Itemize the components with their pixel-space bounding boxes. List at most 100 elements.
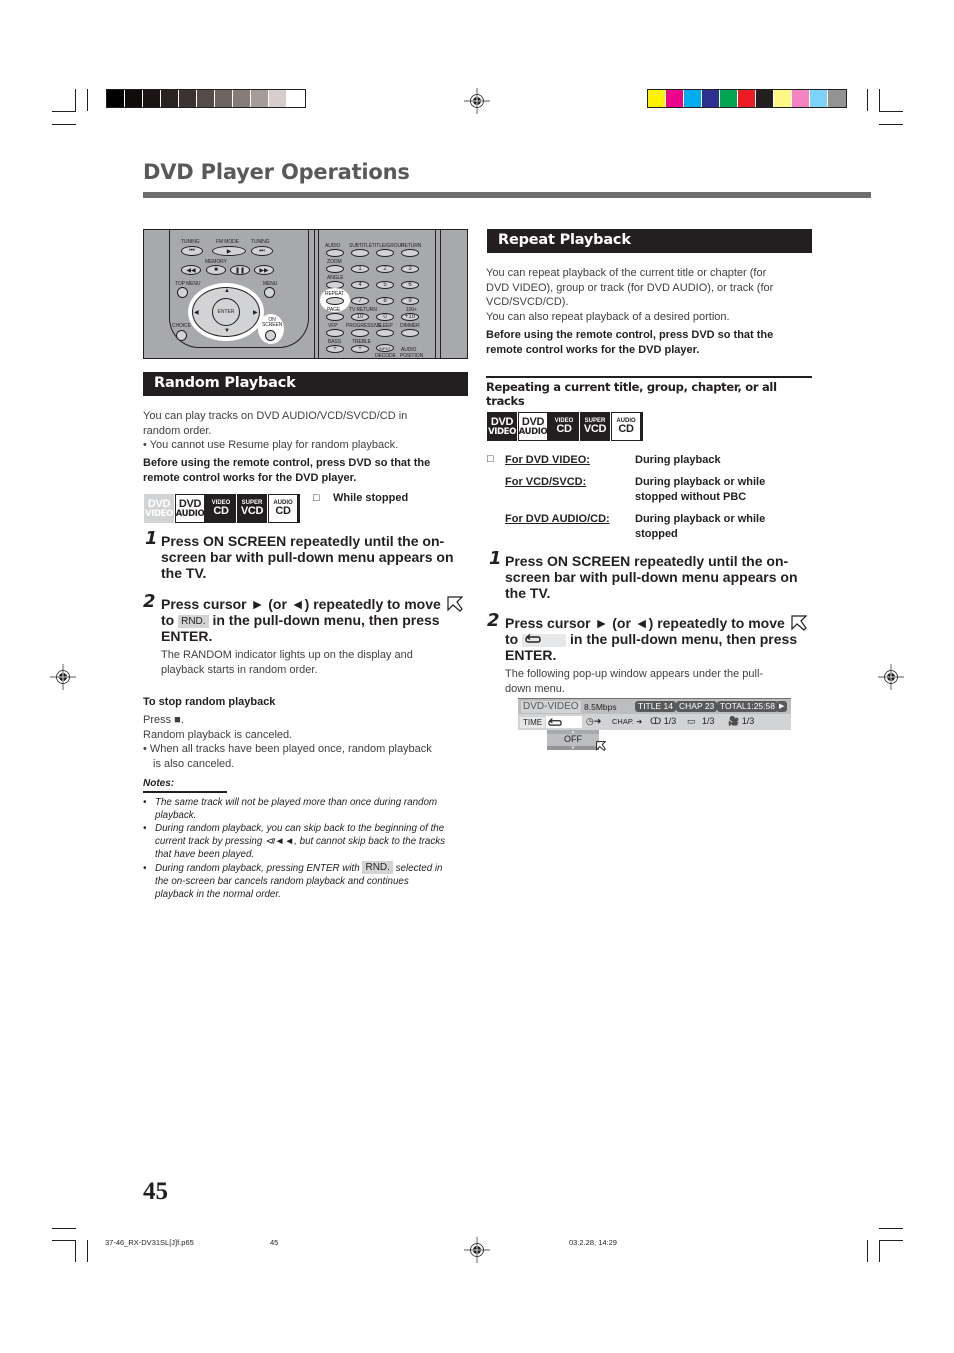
disc-icon-dvd-video: DVD VIDEO xyxy=(487,412,517,441)
desc-line: The following pop-up window appears unde… xyxy=(505,668,764,680)
audio-icon: ↀ xyxy=(650,716,664,726)
osd-chap-search-button[interactable]: CHAP. ➜ xyxy=(612,717,642,726)
remote-label-tv-return: TV RETURN xyxy=(349,307,377,313)
disc-icon-super-vcd: SUPER VCD xyxy=(580,412,610,441)
repeat-step-2-description: The following pop-up window appears unde… xyxy=(505,667,763,696)
remote-enter-button: ENTER xyxy=(212,298,240,326)
camera-angle-icon: 🎥 xyxy=(728,716,742,726)
osd-time-button[interactable]: TIME xyxy=(520,717,546,728)
condition-value: During playback or while stopped xyxy=(635,512,765,541)
color-swatch xyxy=(107,90,125,107)
remote-key-8: 8 xyxy=(376,297,394,305)
note-line: current track by pressing ⧏◄◄, but canno… xyxy=(155,836,446,848)
osd-repeat-button[interactable] xyxy=(546,716,582,728)
osd-time-search-button[interactable]: ◷➜ xyxy=(586,716,601,727)
note-item: • During random playback, you can skip ba… xyxy=(143,822,473,862)
stop-random-text: Press ■. Random playback is canceled. • … xyxy=(143,713,432,771)
desc-line: playback starts in random order. xyxy=(161,663,318,676)
on-screen-bar-menu-row: TIME ◷➜ CHAP. ➜ ↀ 1/3 ▭ 1/3 🎥 1/3 xyxy=(518,715,791,730)
disc-icon-audio-cd: AUDIO CD xyxy=(268,494,298,523)
random-before-note: Before using the remote control, press D… xyxy=(143,456,430,485)
osd-chap-label: CHAP. xyxy=(612,717,634,726)
footer-page: 45 xyxy=(270,1238,279,1247)
step-number-2: 2 xyxy=(143,591,156,612)
condition-value-line: stopped without PBC xyxy=(635,490,747,503)
subtitle-icon: ▭ xyxy=(687,716,699,726)
condition-label: For DVD AUDIO/CD: xyxy=(505,513,610,525)
desc-line: down menu. xyxy=(505,682,565,695)
remote-control-illustration: TUNING FM MODE TUNING ⏮ ▶ ⏭ MEMORY ◀◀ ■ … xyxy=(143,229,468,359)
step-line: in the pull-down menu, then press xyxy=(212,612,440,628)
rnd-chip: RND. xyxy=(178,615,209,628)
cursor-arrow-icon xyxy=(596,741,606,751)
random-before-line: remote control works for the DVD player. xyxy=(143,471,357,484)
cursor-arrow-icon xyxy=(791,615,808,631)
remote-key-7: 7 xyxy=(351,297,369,305)
random-step-2: Press cursor ► (or ◄) repeatedly to move… xyxy=(161,596,471,644)
condition-value-line: During playback or while xyxy=(635,476,766,488)
repeat-step-1: Press ON SCREEN repeatedly until the on-… xyxy=(505,553,798,601)
stop-line: Random playback is canceled. xyxy=(143,728,293,741)
color-swatch xyxy=(197,90,215,107)
footer-file-name: 37-46_RX-DV31SL[J]f.p65 xyxy=(105,1238,194,1247)
step-line: to xyxy=(161,612,175,628)
color-swatch xyxy=(269,90,287,107)
remote-key-5: 5 xyxy=(376,281,394,289)
step-line: the TV. xyxy=(505,585,551,601)
dropdown-down-arrow-icon[interactable]: ▼ xyxy=(547,746,599,750)
step-line: Press cursor ► (or ◄) repeatedly to move xyxy=(505,615,785,631)
subheading-line: Repeating a current title, group, chapte… xyxy=(486,380,777,394)
condition-value-line: During playback or while xyxy=(635,513,766,525)
dropdown-value[interactable]: OFF xyxy=(547,734,599,745)
color-swatch xyxy=(648,90,666,107)
osd-audio-button[interactable]: ↀ 1/3 xyxy=(650,716,676,727)
repeat-before-note: Before using the remote control, press D… xyxy=(486,328,773,357)
osd-subtitle-button[interactable]: ▭ 1/3 xyxy=(687,716,715,727)
disc-icon-bottom-label: CD xyxy=(213,505,229,517)
osd-angle-button[interactable]: 🎥 1/3 xyxy=(728,716,754,727)
condition-value-line: During playback xyxy=(635,454,721,466)
remote-key-2: 2 xyxy=(376,265,394,273)
condition-label: For VCD/SVCD: xyxy=(505,476,587,488)
step-line: to xyxy=(505,631,519,647)
title-rule xyxy=(143,192,871,198)
osd-source: DVD-VIDEO xyxy=(521,701,581,713)
condition-value-line: stopped xyxy=(635,527,678,540)
remote-key-plus10: +10 xyxy=(401,313,419,321)
osd-subtitle-value: 1/3 xyxy=(702,716,715,726)
random-bullet: • You cannot use Resume play for random … xyxy=(143,439,399,451)
disc-icon-bottom-label: AUDIO xyxy=(175,508,205,519)
repeat-intro-line: You can repeat playback of the current t… xyxy=(486,267,767,279)
disc-icon-bottom-label: VIDEO xyxy=(145,508,173,519)
on-screen-bar: DVD-VIDEO 8.5Mbps TITLE 14 CHAP 23 TOTAL… xyxy=(518,699,791,730)
registration-mark-icon xyxy=(464,1237,490,1263)
step-line: ENTER. xyxy=(161,628,213,644)
osd-play-icon[interactable]: ▶ xyxy=(776,701,788,712)
step-line: Press ON SCREEN repeatedly until the on- xyxy=(505,553,789,569)
repeat-intro-line: VCD/SVCD/CD). xyxy=(486,296,569,308)
note-line: playback in the normal order. xyxy=(155,889,281,901)
random-before-line: Before using the remote control, press D… xyxy=(143,457,431,469)
color-swatch xyxy=(233,90,251,107)
repeat-intro-line: DVD VIDEO), group or track (for DVD AUDI… xyxy=(486,281,774,294)
registration-mark-icon xyxy=(50,664,76,690)
footer-date: 03.2.28, 14:29 xyxy=(569,1238,617,1247)
color-swatch xyxy=(143,90,161,107)
step-number-2: 2 xyxy=(487,610,500,631)
color-swatch xyxy=(738,90,756,107)
random-intro-line: random order. xyxy=(143,424,212,437)
notes-rule xyxy=(143,791,227,793)
random-condition: While stopped xyxy=(333,492,409,504)
remote-key-6: 6 xyxy=(401,281,419,289)
color-swatch xyxy=(684,90,702,107)
rnd-chip: RND. xyxy=(362,861,393,874)
remote-key-4: 4 xyxy=(351,281,369,289)
note-item: • During random playback, pressing ENTER … xyxy=(143,861,473,902)
random-step-2-description: The RANDOM indicator lights up on the di… xyxy=(161,648,413,677)
remote-key-9: 9 xyxy=(401,297,419,305)
color-swatch xyxy=(828,90,846,107)
desc-line: The RANDOM indicator lights up on the di… xyxy=(161,649,413,661)
osd-repeat-dropdown[interactable]: ▲ OFF ▼ xyxy=(547,730,599,750)
remote-label-fm-mode: FM MODE xyxy=(216,239,239,245)
repeat-chip xyxy=(522,634,567,647)
